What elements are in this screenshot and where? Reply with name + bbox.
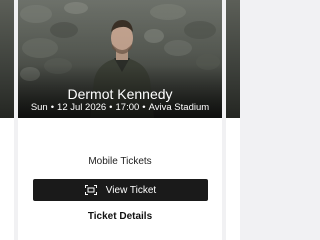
ticket-scan-icon [84, 185, 97, 195]
ticket-carousel: Dermot Kennedy Sun • 12 Jul 2026 • 17:00 • Avi… [0, 0, 240, 240]
artist-name: Dermot Kennedy [67, 86, 173, 102]
ticket-type-label: Mobile Tickets [88, 156, 152, 167]
previous-ticket-card[interactable] [0, 0, 14, 240]
event-time: 17:00 [115, 102, 140, 113]
event-date-time-venue: Sun • 12 Jul 2026 • 17:00 • Aviva Stadium [18, 102, 222, 114]
next-ticket-image [226, 0, 240, 118]
event-date: 12 Jul 2026 [57, 102, 107, 113]
view-ticket-button[interactable]: View Ticket [33, 179, 208, 201]
view-ticket-label: View Ticket [105, 184, 157, 196]
event-day: Sun [30, 102, 48, 113]
meta-separator: • [109, 102, 113, 113]
meta-separator: • [50, 102, 55, 113]
event-info-overlay: Dermot Kennedy Sun • 12 Jul 2026 • 17:00 • Avi… [18, 0, 222, 118]
event-hero-image: Dermot Kennedy Sun • 12 Jul 2026 • 17:00 • Avi… [18, 0, 222, 118]
ticket-details-link[interactable]: Ticket Details [18, 211, 222, 223]
previous-ticket-image [0, 0, 14, 118]
ticket-card: Dermot Kennedy Sun • 12 Jul 2026 • 17:00 • Avi… [18, 0, 222, 240]
meta-separator: • [142, 102, 146, 113]
next-ticket-card[interactable] [226, 0, 240, 240]
event-venue: Aviva Stadium [148, 102, 210, 113]
